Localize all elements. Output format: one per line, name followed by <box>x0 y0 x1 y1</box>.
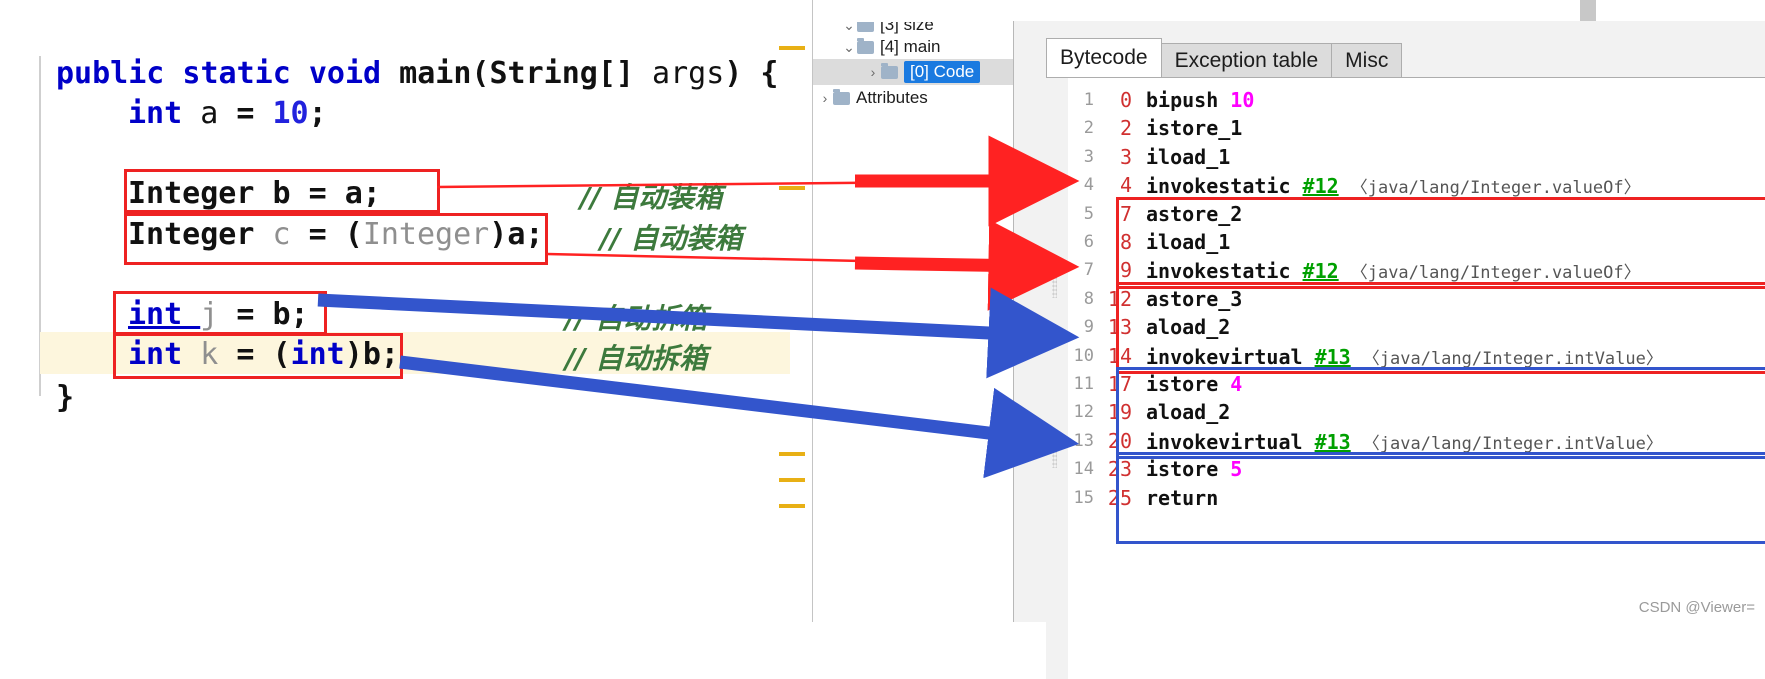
bytecode-line-number: 14 <box>1073 459 1094 480</box>
bytecode-row[interactable]: 2 2 istore_1 <box>1046 114 1765 144</box>
chevron-down-icon[interactable]: ⌄ <box>841 22 857 34</box>
bytecode-instruction: invokestatic #12 〈java/lang/Integer.valu… <box>1146 173 1641 198</box>
bytecode-offset: 3 <box>1119 144 1132 169</box>
tab-bytecode[interactable]: Bytecode <box>1046 38 1162 78</box>
code-token: a <box>200 96 219 131</box>
code-token: [] <box>597 56 653 91</box>
tree-row-label: [3] size <box>880 15 934 34</box>
code-line[interactable]: } <box>56 380 74 415</box>
code-token: public static void <box>56 56 400 91</box>
bytecode-line-number: 15 <box>1073 487 1094 508</box>
bytecode-line-number: 5 <box>1083 203 1094 224</box>
tree-row-label: [0] Code <box>904 61 981 83</box>
editor-marker-tick[interactable] <box>779 46 805 50</box>
bytecode-panel: Bytecode Exception table Misc 1 0 bipush 10 2… <box>1013 21 1765 679</box>
code-token: 10 <box>272 96 309 131</box>
bytecode-instruction: istore_1 <box>1146 116 1242 140</box>
bytecode-instruction: iload_1 <box>1146 145 1230 169</box>
code-token: } <box>56 380 75 415</box>
watermark: CSDN @Viewer= <box>1638 599 1755 616</box>
bytecode-line-number: 1 <box>1083 90 1094 110</box>
bytecode-line-number: 9 <box>1083 317 1094 338</box>
code-comment: // 自动装箱 <box>580 181 723 214</box>
code-line[interactable]: public static void main(String[] args) { <box>56 56 778 91</box>
screenshot-root: public static void main(String[] args) {… <box>0 0 1765 679</box>
bytecode-line-number: 11 <box>1073 374 1094 394</box>
code-token: ( <box>471 56 490 91</box>
folder-icon <box>881 62 898 79</box>
code-token: = <box>218 96 273 131</box>
code-token: main <box>399 56 472 91</box>
bytecode-instruction: bipush 10 <box>1146 88 1254 112</box>
bytecode-highlight-box <box>1116 282 1765 374</box>
code-highlight-box <box>113 333 403 379</box>
code-token: int <box>128 96 201 131</box>
bytecode-opcode: invokestatic <box>1146 174 1291 199</box>
editor-marker-strip[interactable] <box>790 0 1596 622</box>
code-token: args <box>652 56 725 91</box>
bytecode-line-number: 10 <box>1073 345 1094 366</box>
bytecode-list[interactable]: 1 0 bipush 10 2 2 istore_1 3 3 iload_1 4 4 invokest… <box>1046 77 1765 679</box>
class-structure-tree[interactable]: ⌄ [3] size ⌄ [4] main › [0] Code › Attributes <box>812 0 1013 622</box>
bytecode-immediate: 10 <box>1230 88 1255 112</box>
bytecode-opcode: iload_1 <box>1146 144 1231 169</box>
editor-marker-tick[interactable] <box>779 320 805 324</box>
bytecode-highlight-box <box>1116 197 1765 289</box>
code-highlight-box <box>124 169 440 213</box>
tree-row[interactable]: ⌄ [4] main <box>813 34 1013 60</box>
bytecode-line-number: 7 <box>1083 260 1094 281</box>
bytecode-opcode: istore_1 <box>1146 116 1243 141</box>
code-line[interactable]: int a = 10; <box>128 96 327 131</box>
bytecode-row[interactable]: 3 3 iload_1 <box>1046 143 1765 173</box>
tree-row-label: Attributes <box>856 88 928 107</box>
code-token: String <box>489 56 598 91</box>
code-comment: // 自动拆箱 <box>565 302 708 335</box>
code-highlight-box <box>124 213 548 265</box>
bytecode-highlight-box <box>1116 367 1765 459</box>
editor-marker-tick[interactable] <box>779 186 805 190</box>
bytecode-tabbar[interactable]: Bytecode Exception table Misc <box>1046 38 1403 78</box>
editor-marker-tick[interactable] <box>779 478 805 482</box>
tree-row[interactable]: › [0] Code <box>813 59 1013 85</box>
folder-icon <box>857 22 874 32</box>
editor-marker-tick[interactable] <box>779 452 805 456</box>
bytecode-line-number: 13 <box>1073 430 1094 451</box>
bytecode-opcode: bipush <box>1146 88 1219 112</box>
bytecode-offset: 0 <box>1119 88 1132 112</box>
folder-icon <box>833 88 850 105</box>
tree-row[interactable]: › Attributes <box>813 85 1013 111</box>
bytecode-offset: 2 <box>1119 116 1132 141</box>
source-code-editor[interactable]: public static void main(String[] args) {… <box>0 0 910 622</box>
bytecode-line-number: 2 <box>1083 118 1094 139</box>
bytecode-line-number: 3 <box>1083 146 1094 167</box>
code-token: ; <box>308 96 327 131</box>
tab-misc[interactable]: Misc <box>1331 43 1403 78</box>
bytecode-offset: 4 <box>1119 173 1132 198</box>
folder-icon <box>857 37 874 54</box>
bytecode-line-number: 6 <box>1083 232 1094 252</box>
editor-marker-tick[interactable] <box>779 504 805 508</box>
code-comment: // 自动拆箱 <box>565 342 708 375</box>
chevron-down-icon[interactable]: ⌄ <box>841 39 857 56</box>
bytecode-method-ref: 〈java/lang/Integer.valueOf〉 <box>1350 178 1641 199</box>
bytecode-line-number: 12 <box>1073 402 1094 423</box>
bytecode-line-number: 4 <box>1083 175 1094 196</box>
code-comment: // 自动装箱 <box>600 222 743 255</box>
code-highlight-box <box>113 291 327 335</box>
code-token: ) { <box>724 56 779 91</box>
bytecode-row[interactable]: 1 0 bipush 10 <box>1046 86 1765 116</box>
chevron-right-icon[interactable]: › <box>817 90 833 106</box>
chevron-right-icon[interactable]: › <box>865 64 881 80</box>
tab-exception-table[interactable]: Exception table <box>1160 43 1333 78</box>
bytecode-constant-pool-ref[interactable]: #12 <box>1303 174 1339 198</box>
bytecode-line-number: 8 <box>1083 288 1094 309</box>
bytecode-highlight-box <box>1116 452 1765 544</box>
tree-row-label: [4] main <box>880 37 941 56</box>
